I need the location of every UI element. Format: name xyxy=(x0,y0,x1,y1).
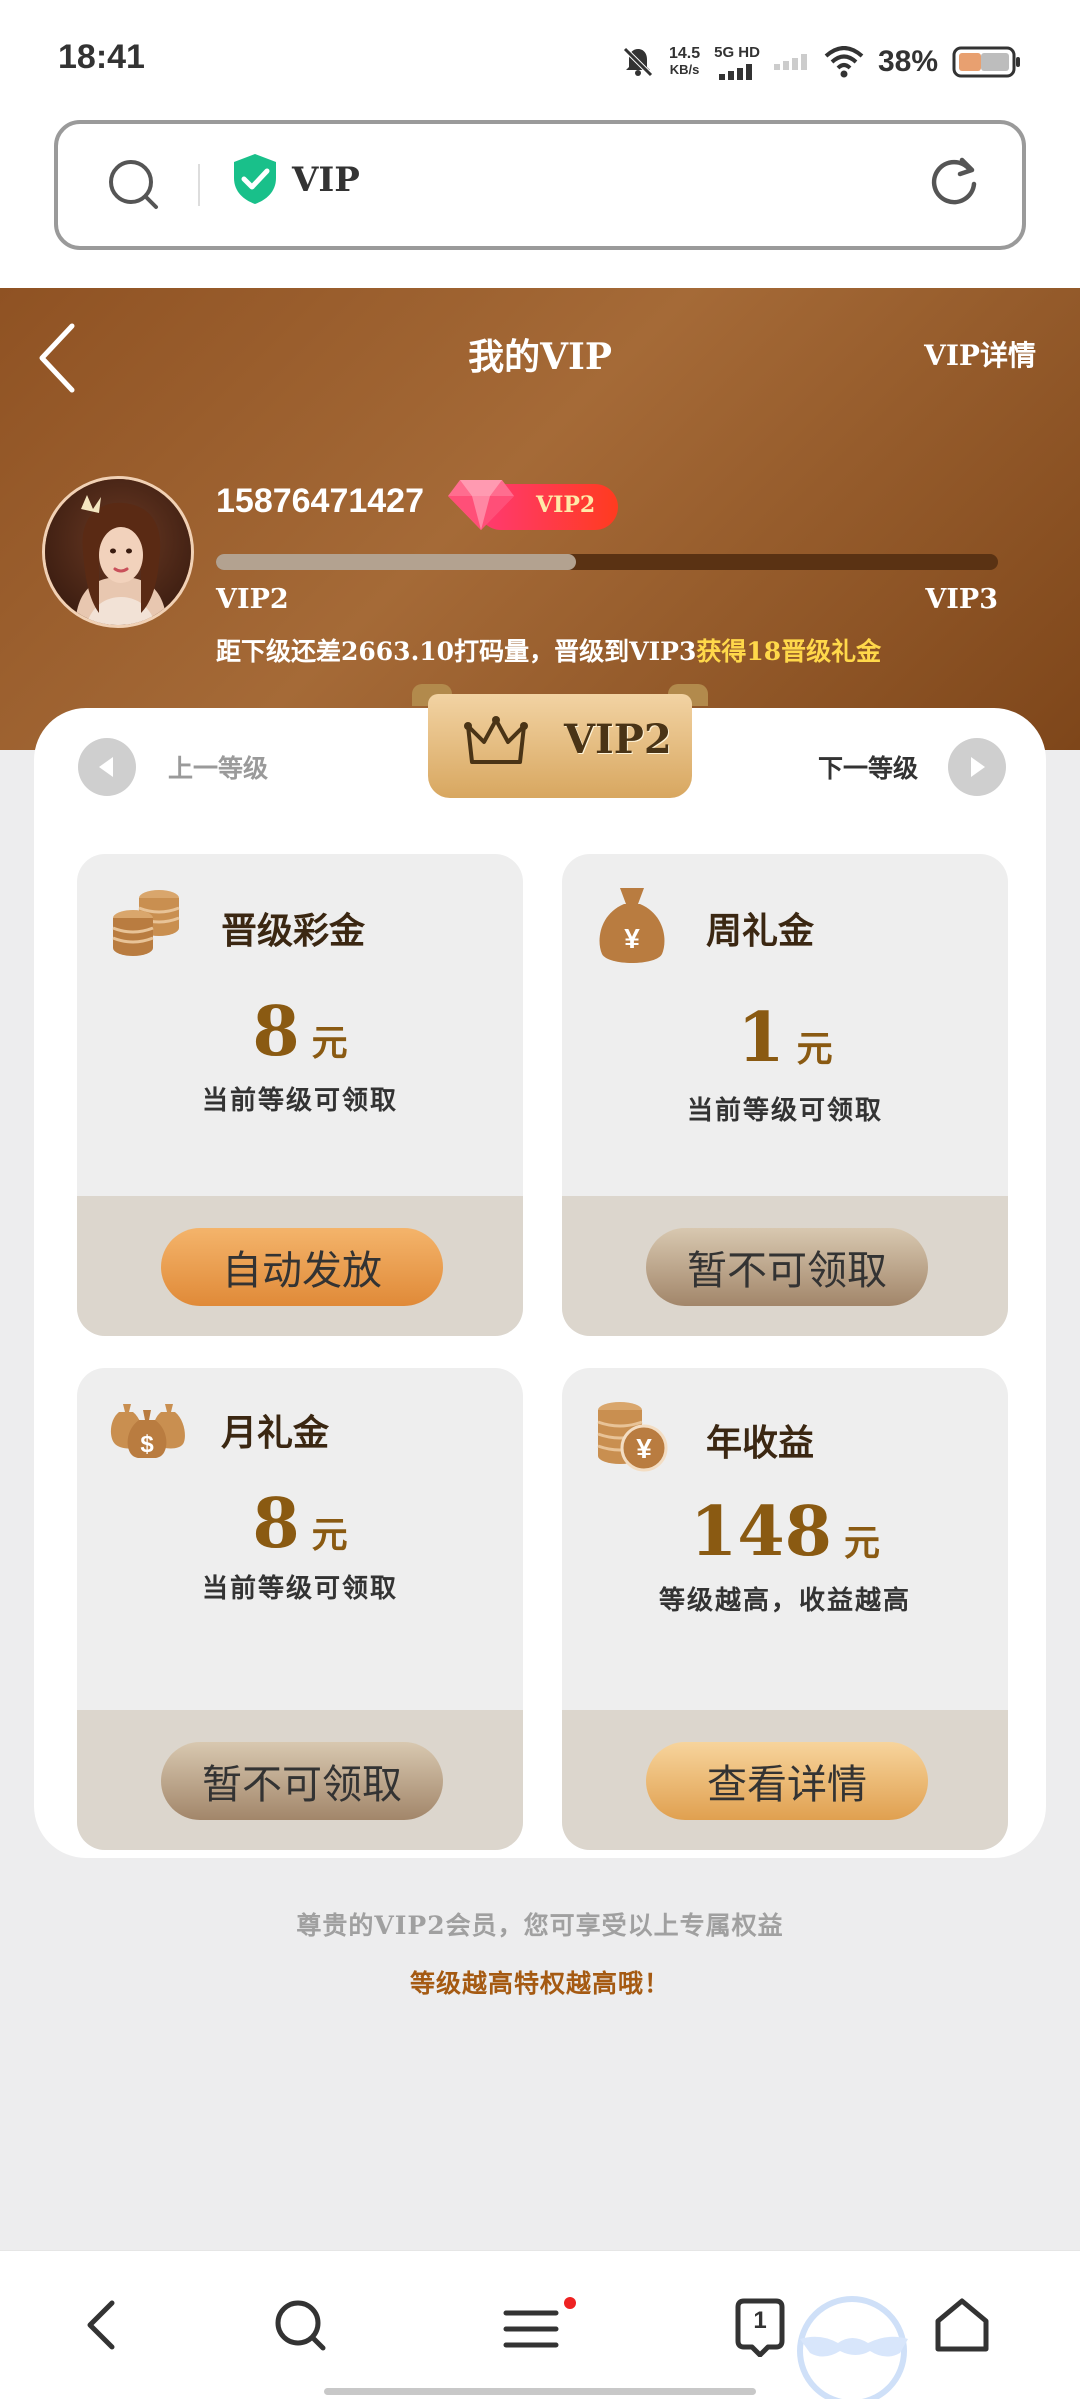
home-icon[interactable] xyxy=(934,2297,990,2353)
benefit-card-upgrade-bonus: 晋级彩金 8元 当前等级可领取 自动发放 xyxy=(77,854,523,1336)
tab-count: 1 xyxy=(753,2307,767,2334)
benefit-amount-unit: 元 xyxy=(311,1514,348,1556)
status-bar: 18:41 14.5 KB/s 5G HD 38% xyxy=(0,0,1080,110)
level-next-label: VIP3 xyxy=(925,584,998,615)
vip-badge-text: VIP2 xyxy=(536,492,596,518)
prev-level-button[interactable]: 上一等级 xyxy=(78,738,268,796)
vip-header: 我的VIP VIP详情 15876471427 VIP2 VIP2 VIP3 距… xyxy=(0,288,1080,750)
current-level-text: VIP2 xyxy=(564,716,672,763)
benefit-amount-unit: 元 xyxy=(311,1022,348,1064)
prev-level-label[interactable]: 上一等级 xyxy=(168,749,268,785)
benefit-subtitle: 等级越高，收益越高 xyxy=(658,1586,911,1616)
prev-arrow-icon[interactable] xyxy=(78,738,136,796)
page-title: 我的VIP xyxy=(468,336,612,378)
benefit-title: 年收益 xyxy=(706,1422,815,1464)
svg-text:¥: ¥ xyxy=(624,923,640,954)
money-bags-icon: $ xyxy=(110,1404,185,1458)
vip-level-badge: VIP2 xyxy=(446,474,618,534)
signal-5g: 5G HD xyxy=(714,45,760,80)
level-current-label: VIP2 xyxy=(216,584,289,615)
net-speed: 14.5 KB/s xyxy=(669,46,700,78)
user-phone: 15876471427 xyxy=(216,482,425,520)
not-claimable-button[interactable]: 暂不可领取 xyxy=(646,1228,928,1306)
money-bag-icon: ¥ xyxy=(599,888,665,963)
benefit-amount-value: 148 xyxy=(690,1492,832,1572)
benefit-title: 月礼金 xyxy=(221,1412,330,1454)
benefit-amount: 1元 xyxy=(562,998,1008,1078)
next-arrow-icon[interactable] xyxy=(948,738,1006,796)
svg-text:$: $ xyxy=(140,1431,154,1458)
browser-bottom-nav: 1 xyxy=(0,2250,1080,2400)
signal-bars-icon xyxy=(719,63,753,80)
benefit-card-weekly-gift: ¥ 周礼金 1元 当前等级可领取 暂不可领取 xyxy=(562,854,1008,1336)
benefit-amount: 8元 xyxy=(77,1484,523,1564)
browser-toolbar: VIP xyxy=(0,110,1080,288)
benefit-title: 周礼金 xyxy=(706,910,815,952)
coin-yen-icon: ¥ xyxy=(597,1402,668,1472)
vip-benefits-card: 上一等级 VIP2 下一等级 晋级彩金 8 元 当前等级可领取 自动发放 ¥ 周… xyxy=(34,684,1046,1858)
net-speed-unit: KB/s xyxy=(669,62,700,77)
level-progress-bar xyxy=(216,554,998,570)
back-icon[interactable] xyxy=(78,2297,128,2353)
level-privilege-note: 等级越高特权越高哦！ xyxy=(409,1969,670,1998)
benefit-amount-value: 8 xyxy=(252,1484,300,1564)
benefit-amount-value: 1 xyxy=(737,998,785,1078)
tabs-button[interactable]: 1 xyxy=(732,2297,788,2357)
member-benefit-note: 尊贵的VIP2会员，您可享受以上专属权益 xyxy=(296,1911,784,1940)
benefit-amount-value: 8 xyxy=(252,992,300,1072)
menu-icon[interactable] xyxy=(502,2297,578,2357)
auto-issue-button[interactable]: 自动发放 xyxy=(161,1228,443,1306)
network-type: 5G HD xyxy=(714,43,760,61)
net-speed-value: 14.5 xyxy=(668,45,701,62)
home-indicator[interactable] xyxy=(324,2388,756,2395)
benefit-amount-unit: 元 xyxy=(843,1522,880,1564)
view-details-button[interactable]: 查看详情 xyxy=(646,1742,928,1820)
svg-text:¥: ¥ xyxy=(636,1433,652,1464)
level-progress-fill xyxy=(216,554,576,570)
benefit-subtitle: 当前等级可领取 xyxy=(201,1574,398,1604)
not-claimable-button[interactable]: 暂不可领取 xyxy=(161,1742,443,1820)
benefit-title: 晋级彩金 xyxy=(221,910,366,952)
benefit-amount: 8元 xyxy=(77,992,523,1072)
benefit-subtitle: 当前等级可领取 xyxy=(686,1096,883,1126)
search-icon[interactable] xyxy=(106,157,162,213)
address-divider xyxy=(198,164,200,206)
benefit-subtitle: 当前等级可领取 xyxy=(201,1086,398,1116)
benefit-card-annual-income: ¥ 年收益 148 元 等级越高，收益越高 查看详情 xyxy=(562,1368,1008,1850)
search-icon[interactable] xyxy=(272,2297,328,2353)
mute-bell-icon xyxy=(623,47,653,77)
upgrade-text: 距下级还差2663.10打码量，晋级到VIP3 xyxy=(216,637,697,666)
crown-icon xyxy=(464,716,528,764)
floating-assistant-icon[interactable] xyxy=(790,2289,920,2399)
signal-bars-empty-icon xyxy=(773,54,807,70)
upgrade-info: 距下级还差2663.10打码量，晋级到VIP3获得18晋级礼金 xyxy=(216,632,881,668)
status-time: 18:41 xyxy=(58,38,145,76)
wifi-icon xyxy=(824,46,864,78)
next-level-button[interactable]: 下一等级 xyxy=(818,738,1006,796)
address-bar[interactable]: VIP xyxy=(54,120,1026,250)
benefit-amount-unit: 元 xyxy=(796,1028,833,1070)
benefit-amount: 148 元 xyxy=(562,1492,1008,1572)
shield-check-icon xyxy=(234,154,276,204)
vip-detail-link[interactable]: VIP详情 xyxy=(924,334,1036,374)
coins-stack-icon xyxy=(112,890,180,956)
reload-icon[interactable] xyxy=(926,154,982,210)
upgrade-reward: 获得18晋级礼金 xyxy=(696,637,882,666)
battery-percent: 38% xyxy=(877,45,938,78)
next-level-label[interactable]: 下一等级 xyxy=(818,749,918,785)
status-icons: 14.5 KB/s 5G HD 38% xyxy=(621,38,1022,86)
battery-icon xyxy=(952,46,1020,78)
address-text[interactable]: VIP xyxy=(292,160,360,200)
current-level-ribbon: VIP2 xyxy=(412,684,708,798)
diamond-icon xyxy=(448,480,514,530)
avatar xyxy=(42,476,194,628)
benefit-card-monthly-gift: $ 月礼金 8元 当前等级可领取 暂不可领取 xyxy=(77,1368,523,1850)
